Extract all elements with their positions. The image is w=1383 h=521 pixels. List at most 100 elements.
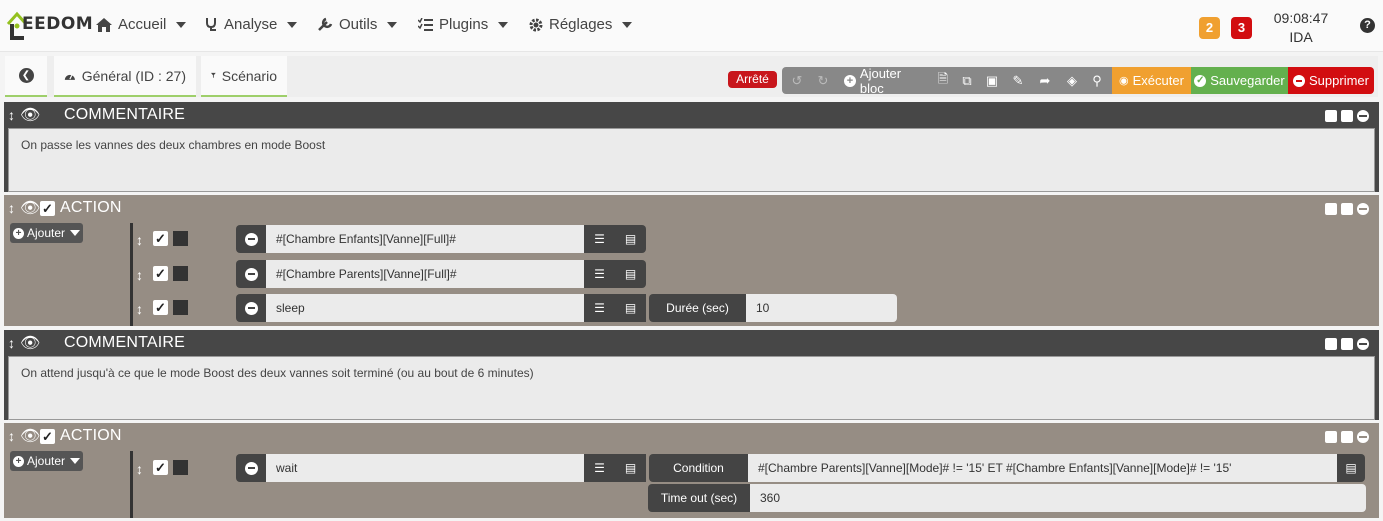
remove-action-button[interactable] — [236, 260, 266, 288]
copy-icon[interactable] — [1325, 110, 1337, 122]
copy-icon[interactable] — [1325, 431, 1337, 443]
remove-action-button[interactable] — [236, 294, 266, 322]
undo-icon[interactable]: ↺ — [788, 67, 806, 94]
eye-icon[interactable]: 👁 — [20, 198, 40, 218]
comment-textarea[interactable]: On passe les vannes des deux chambres en… — [8, 128, 1375, 192]
filter-icon — [211, 72, 216, 79]
command-options-button[interactable]: ▤ — [615, 260, 646, 288]
enable-checkbox[interactable]: ✓ — [40, 429, 55, 444]
remove-block-icon[interactable] — [1357, 338, 1369, 350]
select-command-button[interactable]: ☰ — [584, 225, 615, 253]
nav-reglages[interactable]: Réglages — [529, 16, 633, 33]
tasks-icon — [418, 18, 433, 31]
paste-icon[interactable] — [1341, 203, 1353, 215]
remove-block-icon[interactable] — [1357, 110, 1369, 122]
minus-circle-icon — [244, 461, 258, 475]
command-input[interactable]: #[Chambre Enfants][Vanne][Full]# — [266, 225, 584, 253]
delete-button[interactable]: Supprimer — [1288, 67, 1374, 94]
edit-icon[interactable]: ✎ — [1011, 67, 1025, 94]
nav-outils[interactable]: Outils — [318, 16, 398, 33]
drag-handle-icon[interactable]: ↕ — [8, 107, 15, 123]
tasks-icon: ☰ — [594, 461, 605, 475]
enable-checkbox[interactable]: ✓ — [40, 201, 55, 216]
block-header: ↕ 👁 ✓ ACTION — [4, 195, 1379, 221]
enable-checkbox[interactable]: ✓ — [153, 460, 168, 475]
minus-circle-icon — [1293, 74, 1306, 87]
enable-checkbox[interactable]: ✓ — [153, 266, 168, 281]
tab-scenario[interactable]: Scénario — [201, 56, 287, 97]
condition-options-button[interactable]: ▤ — [1337, 454, 1365, 482]
block-header: ↕ 👁 COMMENTAIRE — [4, 102, 1379, 128]
parallel-checkbox[interactable] — [173, 300, 188, 315]
user-name[interactable]: IDA — [1268, 28, 1334, 47]
block-type-label: COMMENTAIRE — [64, 106, 186, 123]
warning-badge[interactable]: 2 — [1199, 17, 1220, 39]
drag-handle-icon[interactable]: ↕ — [136, 232, 143, 248]
comment-block: ↕ 👁 COMMENTAIRE On passe les vannes des … — [4, 102, 1379, 192]
enable-checkbox[interactable]: ✓ — [153, 231, 168, 246]
copy-icon[interactable] — [1325, 203, 1337, 215]
eye-icon[interactable]: 👁 — [20, 105, 40, 125]
remove-block-icon[interactable] — [1357, 431, 1369, 443]
parallel-checkbox[interactable] — [173, 231, 188, 246]
list-alt-icon: ▤ — [624, 461, 637, 475]
redo-icon[interactable]: ↻ — [814, 67, 832, 94]
command-options-button[interactable]: ▤ — [615, 225, 646, 253]
help-icon[interactable]: ? — [1360, 18, 1375, 33]
drag-handle-icon[interactable]: ↕ — [136, 461, 143, 477]
search-icon[interactable]: ⚲ — [1090, 67, 1104, 94]
drag-handle-icon[interactable]: ↕ — [8, 200, 15, 216]
parallel-checkbox[interactable] — [173, 266, 188, 281]
duration-input[interactable]: 10 — [746, 294, 897, 322]
alert-badge[interactable]: 3 — [1231, 17, 1252, 39]
remove-action-button[interactable] — [236, 225, 266, 253]
comment-textarea[interactable]: On attend jusqu'à ce que le mode Boost d… — [8, 356, 1375, 420]
gear-icon — [529, 18, 543, 31]
nav-accueil-label: Accueil — [118, 16, 167, 33]
select-command-button[interactable]: ☰ — [584, 260, 615, 288]
drag-handle-icon[interactable]: ↕ — [136, 301, 143, 317]
enable-checkbox[interactable]: ✓ — [153, 300, 168, 315]
block-type-label: ACTION — [60, 199, 122, 216]
timeout-input[interactable]: 360 — [750, 484, 1366, 512]
remove-block-icon[interactable] — [1357, 203, 1369, 215]
drag-handle-icon[interactable]: ↕ — [8, 428, 15, 444]
add-block-button[interactable]: + Ajouter bloc — [844, 66, 928, 96]
paste-icon[interactable] — [1341, 431, 1353, 443]
compress-icon[interactable]: ▣ — [985, 67, 999, 94]
copy-icon[interactable]: ⧉ — [960, 67, 974, 94]
command-group: #[Chambre Enfants][Vanne][Full]# ☰ ▤ — [236, 225, 646, 253]
select-command-button[interactable]: ☰ — [584, 294, 615, 322]
nav-plugins[interactable]: Plugins — [418, 16, 509, 33]
share-icon[interactable]: ➦ — [1038, 67, 1052, 94]
file-icon[interactable]: 🗎 — [936, 67, 950, 94]
nav-accueil[interactable]: Accueil — [96, 16, 187, 33]
command-input[interactable]: sleep — [266, 294, 584, 322]
eye-icon[interactable]: 👁 — [20, 333, 40, 353]
back-button[interactable]: ❮ — [5, 56, 47, 97]
cubes-icon[interactable]: ◈ — [1064, 67, 1080, 94]
condition-input[interactable]: #[Chambre Parents][Vanne][Mode]# != '15'… — [748, 454, 1337, 482]
list-alt-icon: ▤ — [624, 301, 637, 315]
command-options-button[interactable]: ▤ — [615, 454, 646, 482]
plus-circle-icon: + — [844, 74, 856, 87]
parallel-checkbox[interactable] — [173, 460, 188, 475]
command-options-button[interactable]: ▤ — [615, 294, 646, 322]
tab-general-label: Général (ID : 27) — [81, 67, 186, 84]
remove-action-button[interactable] — [236, 454, 266, 482]
command-input[interactable]: #[Chambre Parents][Vanne][Full]# — [266, 260, 584, 288]
select-command-button[interactable]: ☰ — [584, 454, 615, 482]
command-input[interactable]: wait — [266, 454, 584, 482]
drag-handle-icon[interactable]: ↕ — [8, 335, 15, 351]
tab-general[interactable]: Général (ID : 27) — [54, 56, 196, 97]
save-button[interactable]: ✓ Sauvegarder — [1191, 67, 1288, 94]
stethoscope-icon — [206, 18, 216, 31]
execute-button[interactable]: ◉ Exécuter — [1112, 67, 1191, 94]
eye-icon[interactable]: 👁 — [20, 426, 40, 446]
paste-icon[interactable] — [1341, 110, 1353, 122]
check-circle-icon: ✓ — [1194, 74, 1207, 87]
drag-handle-icon[interactable]: ↕ — [136, 267, 143, 283]
paste-icon[interactable] — [1341, 338, 1353, 350]
nav-analyse[interactable]: Analyse — [205, 16, 298, 33]
copy-icon[interactable] — [1325, 338, 1337, 350]
